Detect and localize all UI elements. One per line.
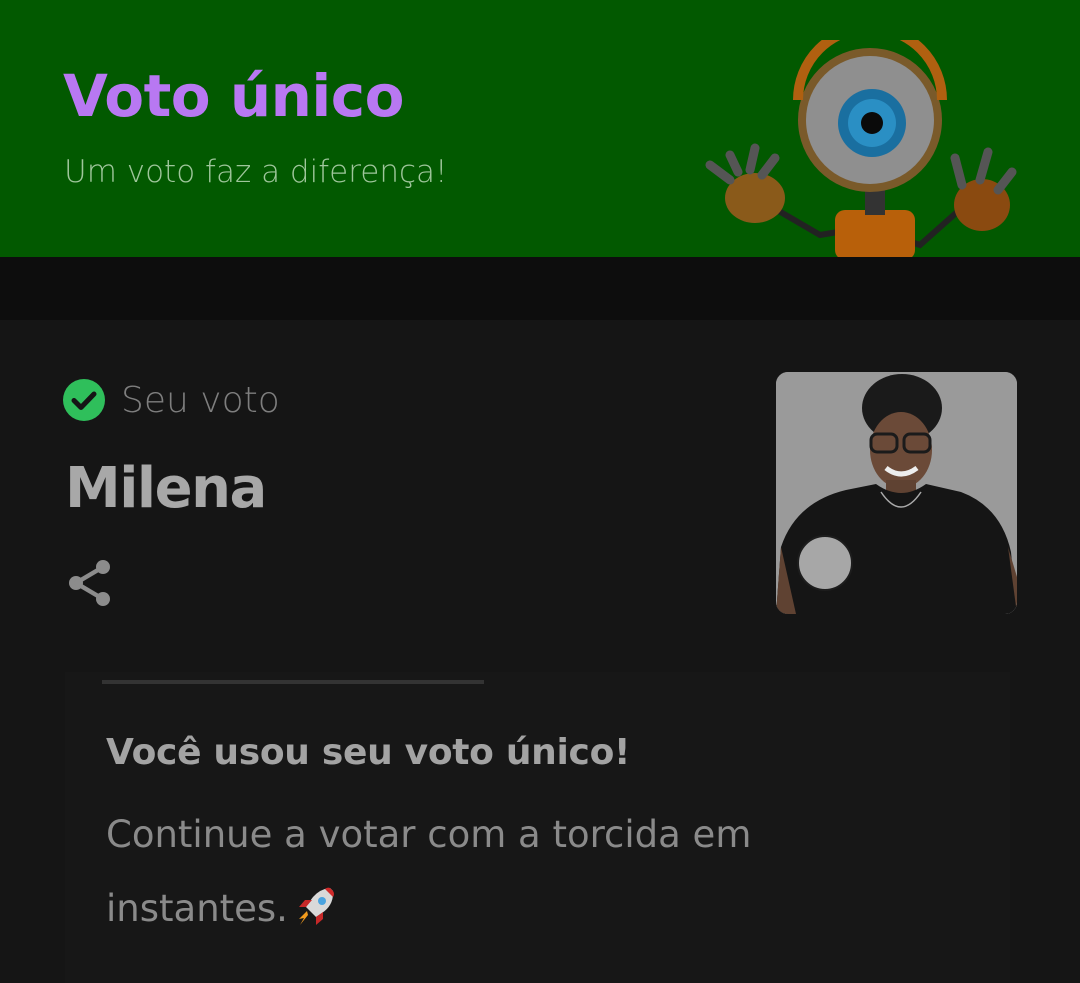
message-body: Continue a votar com a torcida em instan… xyxy=(106,798,806,946)
header-banner: Voto único Um voto faz a diferença! xyxy=(0,0,1080,257)
rocket-icon xyxy=(298,887,334,925)
vote-status: Seu voto xyxy=(63,378,280,422)
page-title: Voto único xyxy=(63,62,405,130)
message-title: Você usou seu voto único! xyxy=(106,732,631,773)
card-divider xyxy=(102,680,484,684)
share-button[interactable] xyxy=(66,558,114,608)
separator-band xyxy=(0,257,1080,320)
candidate-name: Milena xyxy=(65,456,267,521)
eye-mascot-illustration xyxy=(705,40,1017,257)
page-subtitle: Um voto faz a diferença! xyxy=(64,154,448,190)
check-circle-icon xyxy=(63,379,105,421)
photo-badge xyxy=(797,535,853,591)
share-icon xyxy=(69,560,110,606)
message-body-text: Continue a votar com a torcida em instan… xyxy=(106,813,752,930)
vote-status-label: Seu voto xyxy=(121,379,280,421)
